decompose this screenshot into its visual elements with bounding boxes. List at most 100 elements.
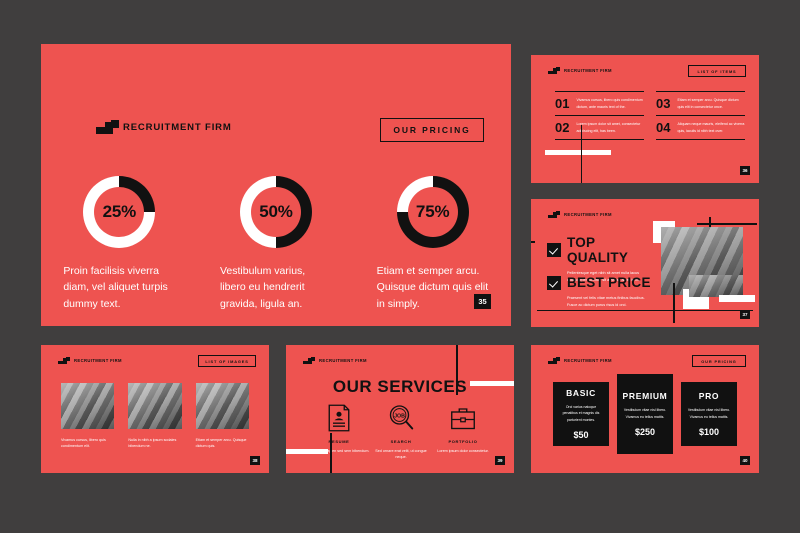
slide-list-of-images[interactable]: RECRUITMENT FIRM LIST OF IMAGES Vivamus … bbox=[41, 345, 269, 473]
service-search: JOB SEARCH Sed ornare erat velit, ut con… bbox=[370, 403, 432, 461]
brand-logo: RECRUITMENT FIRM bbox=[548, 211, 612, 218]
gallery-photo bbox=[195, 383, 249, 429]
page-number-badge: 36 bbox=[740, 166, 750, 175]
slide-pricing-hero[interactable]: RECRUITMENT FIRM OUR PRICING 25% Proin f… bbox=[41, 44, 511, 326]
tag-list-of-items[interactable]: LIST OF ITEMS bbox=[688, 65, 746, 77]
pricing-card-pro[interactable]: PRO Vestibulum vitae nisl libero. Vivamu… bbox=[681, 382, 737, 446]
service-body: Sed ornare erat velit, ut congue neque. bbox=[375, 449, 427, 460]
page-number-badge: 38 bbox=[250, 456, 260, 465]
decor-white-bar bbox=[470, 381, 514, 386]
presentation-mockup-board: RECRUITMENT FIRM OUR PRICING 25% Proin f… bbox=[0, 0, 800, 533]
page-number-badge: 39 bbox=[495, 456, 505, 465]
donut-value: 25% bbox=[102, 202, 137, 221]
donut-chart-25: 25% bbox=[83, 176, 156, 248]
service-name: RESUME bbox=[328, 439, 350, 444]
donut-value: 75% bbox=[415, 202, 450, 221]
donut-value: 50% bbox=[259, 202, 293, 221]
decor-black-line-bottom bbox=[537, 309, 753, 311]
items-column-left: 01 Vivamus cursus, libero quis condiment… bbox=[555, 91, 644, 140]
brand-name: RECRUITMENT FIRM bbox=[564, 68, 612, 73]
decor-black-line bbox=[673, 283, 675, 323]
svg-text:JOB: JOB bbox=[394, 413, 405, 419]
plan-description: Vestibulum vitae nisl libero. Vivamus eu… bbox=[623, 408, 667, 419]
plan-name: PREMIUM bbox=[622, 391, 668, 402]
slide-top-quality[interactable]: RECRUITMENT FIRM TOP QUALITY Pellentesqu… bbox=[531, 199, 759, 327]
brand-logo: RECRUITMENT FIRM bbox=[303, 357, 367, 364]
brand-logo: RECRUITMENT FIRM bbox=[96, 120, 232, 134]
gallery-photo bbox=[61, 383, 115, 429]
logo-mark-icon bbox=[548, 67, 560, 74]
donut-chart-75: 75% bbox=[396, 176, 469, 248]
tag-list-of-images[interactable]: LIST OF IMAGES bbox=[198, 355, 256, 367]
checkbox-checked-icon bbox=[547, 243, 561, 257]
numbered-items-grid: 01 Vivamus cursus, libero quis condiment… bbox=[555, 91, 745, 140]
slide-title: OUR SERVICES bbox=[332, 377, 468, 396]
item-text: Vivamus cursus, libero quis condimentum … bbox=[576, 98, 643, 109]
decor-black-tick bbox=[531, 241, 535, 243]
gallery-item: Nulla in nibh a ipsum sodales bibendum n… bbox=[128, 383, 182, 450]
plan-description: Vestibulum vitae nisl libero. Vivamus eu… bbox=[687, 408, 731, 419]
plan-description: Orci varius natoque penatibus et magnis … bbox=[562, 405, 600, 422]
photo-desk-detail bbox=[689, 275, 743, 297]
tag-our-pricing[interactable]: OUR PRICING bbox=[692, 355, 746, 367]
stat-block: 50% Vestibulum varius, libero eu hendrer… bbox=[198, 176, 355, 312]
list-item: 02 Lorem ipsum dolor sit amet, consectet… bbox=[555, 115, 644, 140]
gallery-caption: Nulla in nibh a ipsum sodales bibendum n… bbox=[128, 438, 177, 449]
logo-mark-icon bbox=[96, 120, 119, 134]
slide-our-services[interactable]: RECRUITMENT FIRM OUR SERVICES RESUME Don… bbox=[286, 345, 514, 473]
logo-mark-icon bbox=[303, 357, 315, 364]
brand-name: RECRUITMENT FIRM bbox=[564, 358, 612, 363]
resume-icon bbox=[328, 404, 350, 432]
list-item: 01 Vivamus cursus, libero quis condiment… bbox=[555, 91, 644, 115]
job-search-icon: JOB bbox=[389, 405, 414, 430]
pricing-card-premium[interactable]: PREMIUM Vestibulum vitae nisl libero. Vi… bbox=[617, 374, 673, 454]
slide-pricing-plans[interactable]: RECRUITMENT FIRM OUR PRICING BASIC Orci … bbox=[531, 345, 759, 473]
decor-black-line bbox=[697, 223, 757, 225]
decor-white-bar bbox=[286, 449, 328, 454]
item-number: 04 bbox=[656, 120, 671, 135]
page-number-badge: 37 bbox=[740, 310, 750, 319]
donut-chart-50: 50% bbox=[240, 176, 312, 248]
donut-stats-row: 25% Proin facilisis viverra diam, vel al… bbox=[41, 176, 511, 312]
photo-collage bbox=[643, 213, 757, 323]
feature-best-price: BEST PRICE Praesent vel felis vitae metu… bbox=[547, 275, 655, 309]
slide-list-of-items[interactable]: RECRUITMENT FIRM LIST OF ITEMS 01 Vivamu… bbox=[531, 55, 759, 183]
list-item: 04 Aliquam neque mauris, eleifend ac viv… bbox=[656, 115, 745, 140]
service-portfolio: PORTFOLIO Lorem ipsum dolor consectetur. bbox=[432, 403, 494, 461]
plan-name: BASIC bbox=[566, 388, 596, 399]
stat-caption: Etiam et semper arcu. Quisque dictum qui… bbox=[376, 265, 489, 310]
gallery-caption: Vivamus cursus, libero quis condimentum … bbox=[61, 438, 106, 449]
brand-name: RECRUITMENT FIRM bbox=[319, 358, 367, 363]
logo-mark-icon bbox=[548, 211, 560, 218]
brand-name: RECRUITMENT FIRM bbox=[123, 121, 232, 133]
feature-heading-row: BEST PRICE bbox=[547, 275, 655, 290]
item-number: 02 bbox=[555, 120, 570, 135]
stat-block: 25% Proin facilisis viverra diam, vel al… bbox=[41, 176, 198, 312]
plan-name: PRO bbox=[698, 391, 720, 402]
pricing-card-basic[interactable]: BASIC Orci varius natoque penatibus et m… bbox=[553, 382, 609, 446]
stat-caption: Proin facilisis viverra diam, vel alique… bbox=[63, 265, 168, 310]
gallery-photo bbox=[128, 383, 182, 429]
brand-name: RECRUITMENT FIRM bbox=[74, 358, 122, 363]
pricing-cards-row: BASIC Orci varius natoque penatibus et m… bbox=[553, 373, 737, 455]
stat-block: 75% Etiam et semper arcu. Quisque dictum… bbox=[354, 176, 511, 312]
decor-white-frame bbox=[719, 295, 755, 302]
feature-body: Praesent vel felis vitae metus finibus f… bbox=[567, 296, 645, 307]
page-number-badge: 35 bbox=[474, 294, 491, 309]
page-number-badge: 40 bbox=[740, 456, 750, 465]
item-text: Etiam et semper arcu. Quisque dictum qui… bbox=[677, 98, 739, 109]
list-item: 03 Etiam et semper arcu. Quisque dictum … bbox=[656, 91, 745, 115]
logo-mark-icon bbox=[58, 357, 70, 364]
plan-price: $100 bbox=[698, 426, 720, 437]
plan-price: $250 bbox=[634, 426, 656, 437]
gallery-item: Etiam et semper arcu. Quisque dictum qui… bbox=[195, 383, 249, 450]
brand-logo: RECRUITMENT FIRM bbox=[548, 357, 612, 364]
item-number: 01 bbox=[555, 96, 570, 111]
feature-title: TOP QUALITY bbox=[567, 235, 629, 265]
services-row: RESUME Donec eu sapien sed sem bibendum.… bbox=[308, 403, 492, 461]
image-gallery-row: Vivamus cursus, libero quis condimentum … bbox=[61, 383, 249, 450]
service-body: Lorem ipsum dolor consectetur. bbox=[437, 449, 489, 453]
tag-our-pricing[interactable]: OUR PRICING bbox=[380, 118, 484, 142]
decor-white-bar bbox=[545, 150, 611, 155]
item-text: Aliquam neque mauris, eleifend ac viverr… bbox=[677, 122, 745, 133]
